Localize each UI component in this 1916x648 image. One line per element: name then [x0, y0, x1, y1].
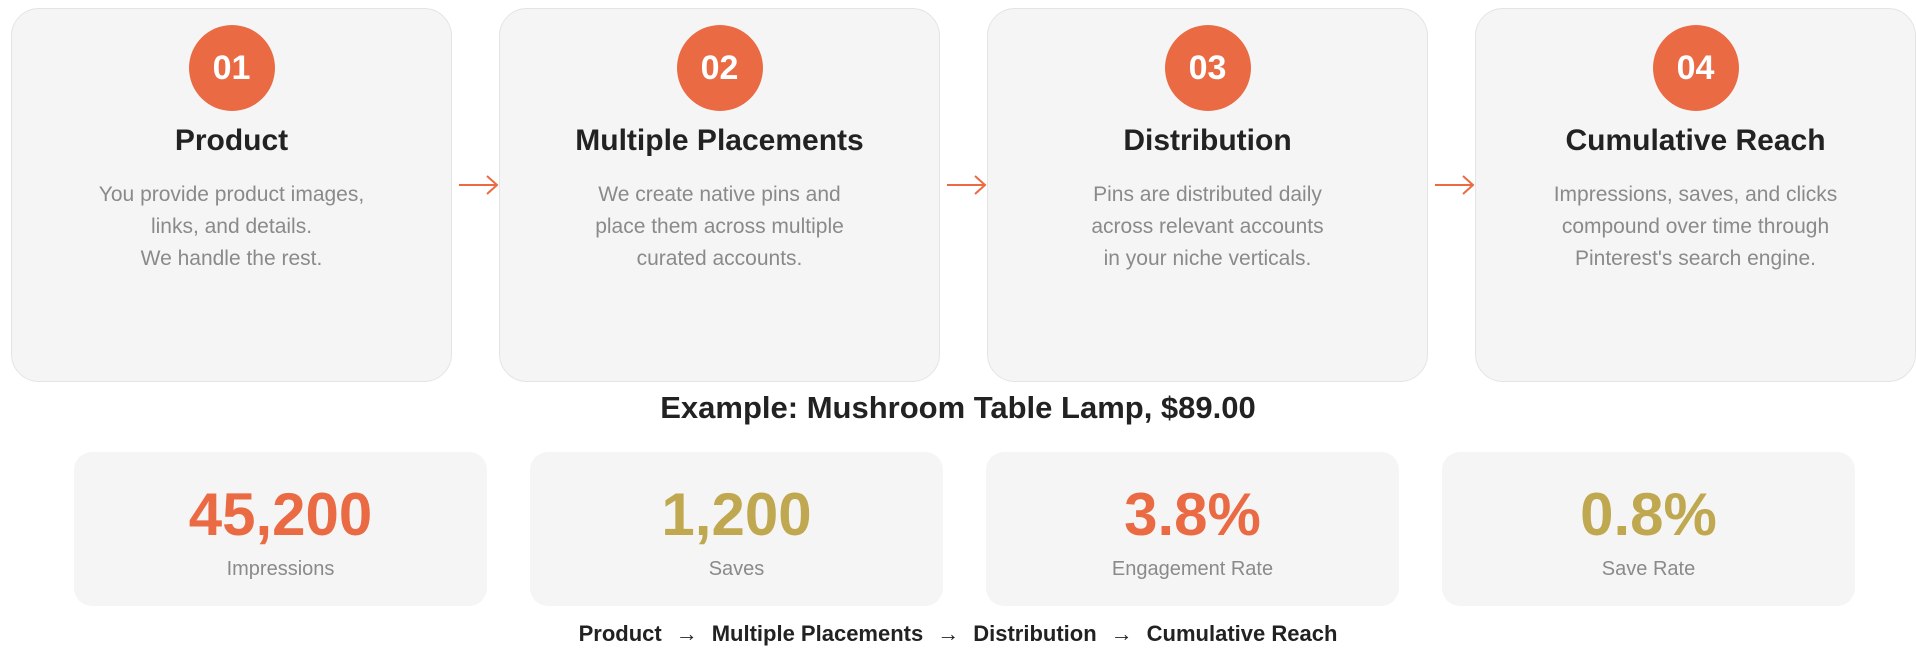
arrow-right-icon — [459, 175, 499, 195]
step-description-line: Pinterest's search engine. — [1575, 247, 1816, 270]
stat-label: Impressions — [226, 558, 335, 580]
stat-card-save-rate: 0.8% Save Rate — [1442, 452, 1855, 606]
flow-arrow-icon: → — [675, 621, 698, 646]
stat-label: Save Rate — [1601, 558, 1696, 580]
step-description-line: curated accounts. — [636, 247, 803, 270]
step-card-cumulative-reach: 04 Cumulative Reach Impressions, saves, … — [1475, 8, 1916, 382]
flow-item: Multiple Placements — [711, 621, 924, 646]
stat-card-engagement-rate: 3.8% Engagement Rate — [986, 452, 1399, 606]
arrow-right-icon — [1435, 175, 1475, 195]
step-title: Distribution — [1123, 124, 1292, 157]
step-description-line: links, and details. — [150, 215, 313, 238]
step-description-line: You provide product images, — [98, 183, 365, 206]
flow-item: Distribution — [973, 621, 1097, 646]
step-description-line: compound over time through — [1561, 215, 1830, 238]
stat-label: Saves — [708, 558, 765, 580]
step-description: We create native pins and place them acr… — [530, 179, 909, 275]
step-description: You provide product images, links, and d… — [42, 179, 421, 275]
flow-item: Cumulative Reach — [1146, 621, 1338, 646]
flow-arrow-icon: → — [937, 621, 960, 646]
step-number-badge: 01 — [188, 25, 275, 111]
flow-summary: Product → Multiple Placements → Distribution… — [0, 620, 1916, 648]
step-number-badge: 04 — [1652, 25, 1739, 111]
steps-section: 01 Product You provide product images, l… — [0, 0, 1916, 383]
stat-card-impressions: 45,200 Impressions — [74, 452, 487, 606]
step-description-line: place them across multiple — [595, 215, 844, 238]
example-title: Example: Mushroom Table Lamp, $89.00 — [660, 390, 1256, 425]
step-number-badge: 02 — [676, 25, 763, 111]
step-description-line: across relevant accounts — [1091, 215, 1324, 238]
step-card-multiple-placements: 02 Multiple Placements We create native … — [499, 8, 940, 382]
step-description-line: in your niche verticals. — [1103, 247, 1312, 270]
stat-value: 45,200 — [188, 481, 373, 548]
stat-value: 3.8% — [1124, 481, 1261, 548]
step-title: Multiple Placements — [575, 124, 864, 157]
stat-card-saves: 1,200 Saves — [530, 452, 943, 606]
step-description: Impressions, saves, and clicks compound … — [1506, 179, 1885, 275]
step-title: Cumulative Reach — [1565, 124, 1826, 157]
flow-arrow-icon: → — [1110, 621, 1133, 646]
arrow-right-icon — [947, 175, 987, 195]
step-number-badge: 03 — [1164, 25, 1251, 111]
stat-value: 0.8% — [1580, 481, 1717, 548]
stat-value: 1,200 — [661, 481, 812, 548]
step-card-distribution: 03 Distribution Pins are distributed dai… — [987, 8, 1428, 382]
step-description-line: We handle the rest. — [140, 247, 323, 270]
stat-label: Engagement Rate — [1111, 558, 1274, 580]
step-title: Product — [174, 124, 289, 157]
step-description-line: We create native pins and — [598, 183, 841, 206]
step-description: Pins are distributed daily across releva… — [1018, 179, 1397, 275]
step-description-line: Pins are distributed daily — [1093, 183, 1322, 206]
flow-item: Product — [578, 621, 662, 646]
step-card-product: 01 Product You provide product images, l… — [11, 8, 452, 382]
step-description-line: Impressions, saves, and clicks — [1553, 183, 1838, 206]
